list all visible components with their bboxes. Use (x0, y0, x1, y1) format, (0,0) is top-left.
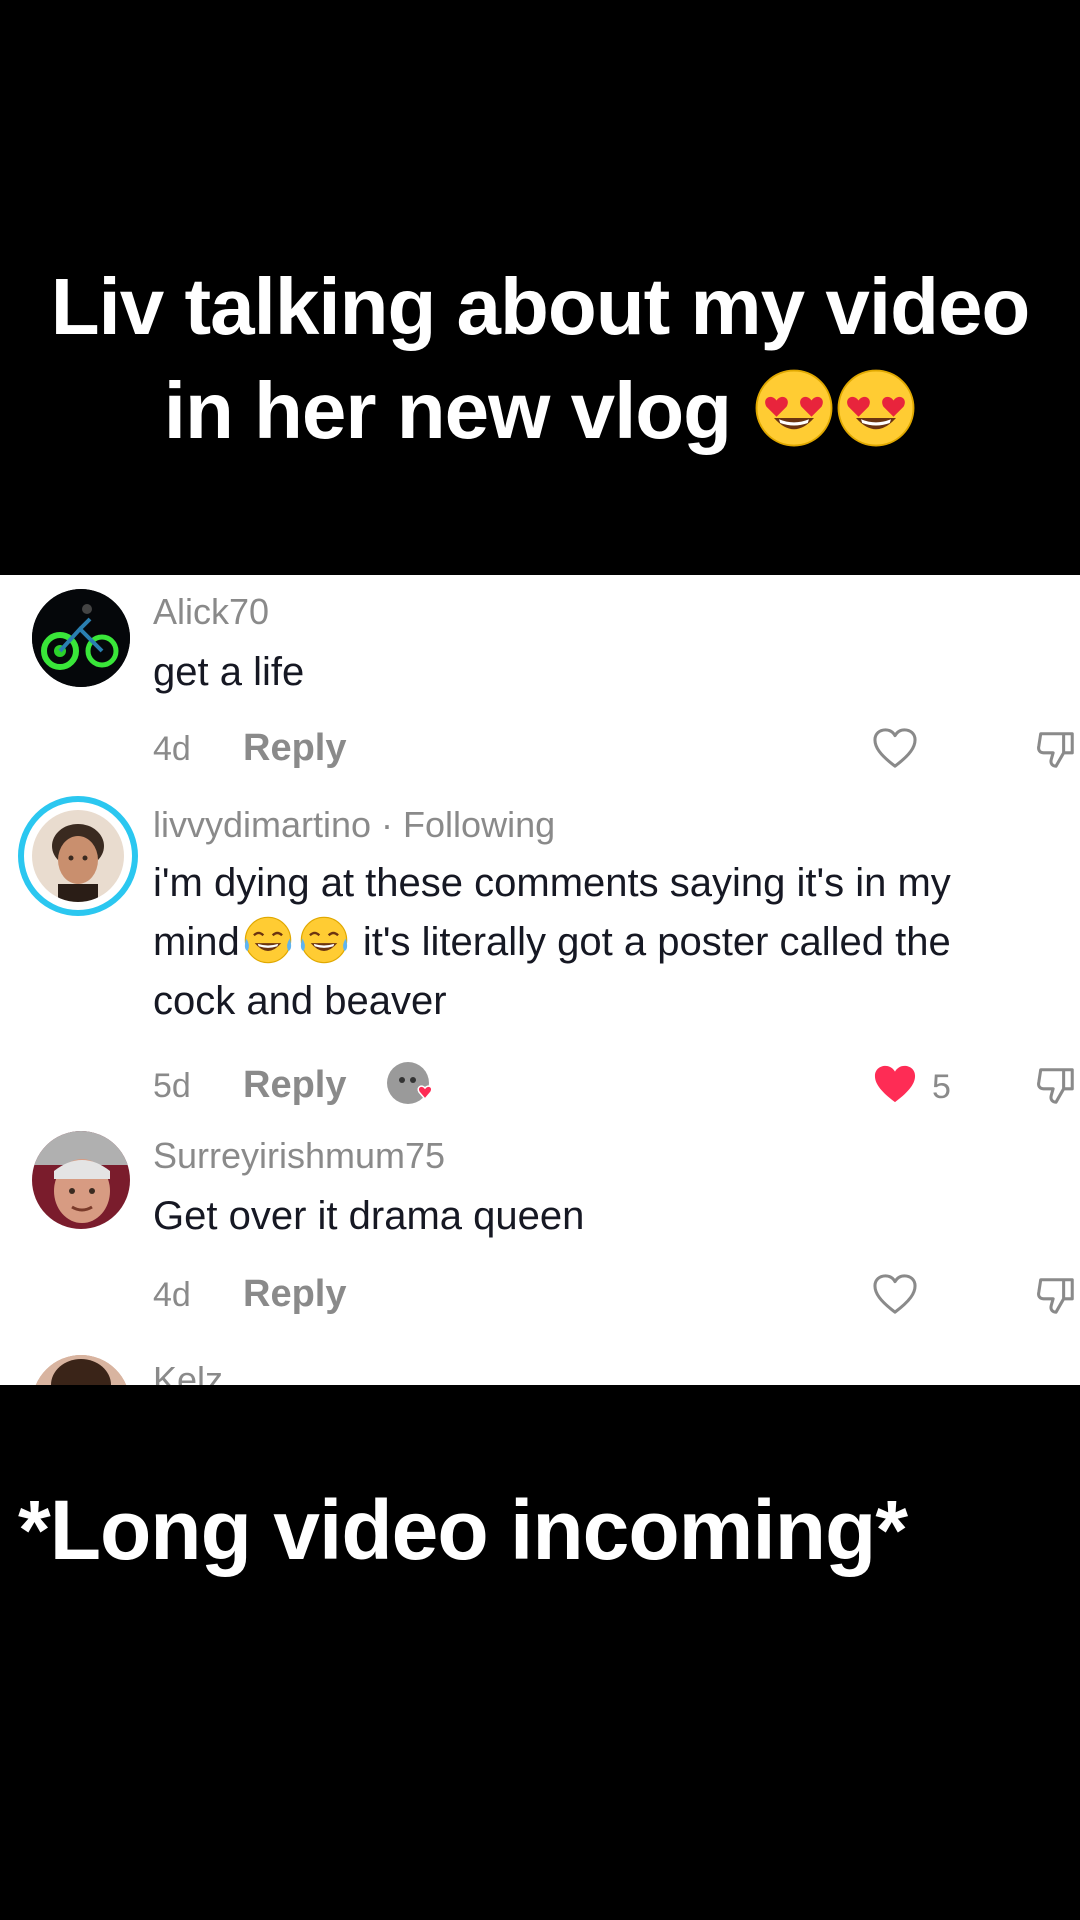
heart-outline-icon[interactable] (872, 1273, 918, 1315)
reply-button[interactable]: Reply (243, 1273, 346, 1316)
comment-username[interactable]: Alick70 (153, 591, 269, 633)
top-caption-line-1: Liv talking about my video (50, 262, 1031, 351)
avatar (32, 810, 124, 902)
avatar-portrait-image (32, 1131, 130, 1229)
avatar-bike-image (32, 589, 130, 687)
thumbs-down-icon[interactable] (1034, 1274, 1078, 1316)
avatar-portrait-image (32, 1355, 130, 1385)
comment-age: 4d (153, 1276, 191, 1314)
comment-age: 4d (153, 730, 191, 768)
thumbs-down-icon[interactable] (1034, 1064, 1078, 1106)
reply-button[interactable]: Reply (243, 1064, 346, 1107)
comment-text: i'm dying at these comments saying it's … (153, 854, 1043, 1031)
top-caption: Liv talking about my video in her new vl… (0, 255, 1080, 463)
comment-username[interactable]: livvydimartino · Following (153, 804, 555, 846)
thumbs-down-icon[interactable] (1034, 728, 1078, 770)
comments-panel: Alick70 get a life 4d Reply livvydimarti… (0, 575, 1080, 1385)
comment-age: 5d (153, 1067, 191, 1105)
tears-of-joy-emoji-icon (299, 915, 349, 965)
heart-filled-icon[interactable] (872, 1063, 918, 1105)
comment-username[interactable]: Kelz (153, 1359, 223, 1385)
avatar[interactable] (32, 1355, 130, 1385)
reply-button[interactable]: Reply (243, 727, 346, 770)
avatar-portrait-image (32, 810, 124, 902)
tears-of-joy-emoji-icon (243, 915, 293, 965)
heart-eyes-emoji-icon (754, 368, 834, 448)
bottom-caption: *Long video incoming* (18, 1483, 908, 1577)
like-count: 5 (932, 1068, 951, 1106)
heart-outline-icon[interactable] (872, 727, 918, 769)
top-caption-line-2: in her new vlog (0, 359, 1080, 463)
comment-username[interactable]: Surreyirishmum75 (153, 1135, 445, 1177)
story-ring[interactable] (18, 796, 138, 916)
comment-text: get a life (153, 650, 305, 694)
creator-liked-icon (387, 1062, 433, 1104)
heart-eyes-emoji-icon (836, 368, 916, 448)
avatar[interactable] (32, 589, 130, 687)
avatar[interactable] (32, 1131, 130, 1229)
top-caption-line-2-text: in her new vlog (163, 366, 732, 455)
comment-text: Get over it drama queen (153, 1194, 585, 1238)
